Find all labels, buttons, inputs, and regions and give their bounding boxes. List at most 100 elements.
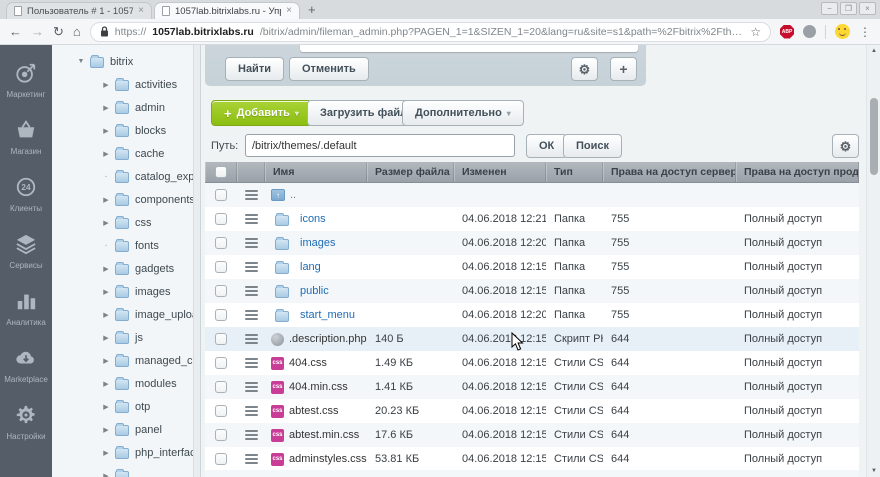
chevron-right-icon[interactable]: ▶ <box>101 127 111 135</box>
page-scrollbar[interactable]: ▲ ▼ <box>866 45 880 477</box>
chevron-right-icon[interactable]: ▶ <box>101 380 111 388</box>
row-menu-icon[interactable] <box>244 358 258 360</box>
row-menu-icon[interactable] <box>244 190 258 192</box>
file-name-link[interactable]: public <box>300 285 329 297</box>
tree-item-image_uploader[interactable]: ▶ image_uploader <box>52 303 200 326</box>
more-button[interactable]: Дополнительно ▾ <box>402 100 524 126</box>
row-menu-icon[interactable] <box>244 214 258 216</box>
add-button[interactable]: + Добавить ▾ <box>211 100 312 126</box>
row-menu-icon[interactable] <box>244 238 258 240</box>
chevron-right-icon[interactable]: ▶ <box>101 334 111 342</box>
file-name-link[interactable]: .. <box>290 189 296 201</box>
find-button[interactable]: Найти <box>225 57 284 81</box>
chevron-right-icon[interactable]: ▶ <box>101 81 111 89</box>
tree-item-components[interactable]: ▶ components <box>52 188 200 211</box>
home-icon[interactable]: ⌂ <box>73 25 81 38</box>
row-menu-icon[interactable] <box>244 430 258 432</box>
file-name-link[interactable]: lang <box>300 261 321 273</box>
tree-item-activities[interactable]: ▶ activities <box>52 73 200 96</box>
browser-menu-icon[interactable]: ⋮ <box>859 25 871 39</box>
chevron-right-icon[interactable]: ▶ <box>101 150 111 158</box>
row-checkbox[interactable] <box>215 381 227 393</box>
row-checkbox[interactable] <box>215 213 227 225</box>
chevron-right-icon[interactable]: ▶ <box>101 311 111 319</box>
file-name-link[interactable]: 404.css <box>289 357 327 369</box>
bookmark-star-icon[interactable]: ☆ <box>750 25 761 39</box>
reload-icon[interactable]: ↻ <box>53 25 64 38</box>
cancel-button[interactable]: Отменить <box>289 57 369 81</box>
sidebar-item-cloud[interactable]: Marketplace <box>0 337 52 394</box>
new-tab-button[interactable]: + <box>308 2 316 17</box>
path-input[interactable] <box>245 134 515 157</box>
row-menu-icon[interactable] <box>244 382 258 384</box>
sidebar-item-clock24[interactable]: 24 Клиенты <box>0 166 52 223</box>
chevron-right-icon[interactable]: ▶ <box>101 449 111 457</box>
chevron-right-icon[interactable]: ▶ <box>101 288 111 296</box>
file-name-link[interactable]: images <box>300 237 335 249</box>
row-menu-icon[interactable] <box>244 406 258 408</box>
scroll-down-icon[interactable]: ▼ <box>867 468 880 474</box>
tree-item-css[interactable]: ▶ css <box>52 211 200 234</box>
chevron-right-icon[interactable]: ▶ <box>101 472 111 477</box>
minimize-button[interactable]: − <box>821 2 838 15</box>
chevron-right-icon[interactable]: ▶ <box>101 265 111 273</box>
file-name-link[interactable]: icons <box>300 213 326 225</box>
chevron-right-icon[interactable]: ▶ <box>101 426 111 434</box>
select-all-checkbox[interactable] <box>214 166 227 178</box>
tree-item-panel[interactable]: ▶ panel <box>52 418 200 441</box>
grid-settings-button[interactable]: ⚙ <box>832 134 859 158</box>
row-checkbox[interactable] <box>215 237 227 249</box>
browser-tab[interactable]: Пользователь # 1 - 1057lab.b × <box>6 2 152 19</box>
sidebar-item-basket[interactable]: Магазин <box>0 109 52 166</box>
filter-settings-button[interactable]: ⚙ <box>571 57 598 81</box>
row-checkbox[interactable] <box>215 333 227 345</box>
row-checkbox[interactable] <box>215 285 227 297</box>
browser-tab[interactable]: 1057lab.bitrixlabs.ru - Управле × <box>154 2 300 19</box>
search-button[interactable]: Поиск <box>563 134 623 158</box>
adblock-extension-icon[interactable]: ABP <box>780 24 794 39</box>
tree-item-partial[interactable]: ▶ <box>52 464 200 477</box>
tree-item-images[interactable]: ▶ images <box>52 280 200 303</box>
row-menu-icon[interactable] <box>244 286 258 288</box>
ok-button[interactable]: ОК <box>526 134 568 158</box>
file-name-link[interactable]: adminstyles.css <box>289 453 367 465</box>
chevron-right-icon[interactable]: ▶ <box>101 357 111 365</box>
row-menu-icon[interactable] <box>244 262 258 264</box>
chevron-right-icon[interactable]: ▶ <box>101 196 111 204</box>
forward-icon[interactable]: → <box>31 25 44 38</box>
chevron-right-icon[interactable]: ▶ <box>101 219 111 227</box>
row-menu-icon[interactable] <box>244 310 258 312</box>
scrollbar-thumb[interactable] <box>870 98 878 175</box>
extension-icon[interactable] <box>803 25 816 38</box>
row-checkbox[interactable] <box>215 189 227 201</box>
file-name-link[interactable]: .description.php <box>289 333 367 345</box>
row-checkbox[interactable] <box>215 357 227 369</box>
tree-item-fonts[interactable]: ▪ fonts <box>52 234 200 257</box>
scroll-up-icon[interactable]: ▲ <box>867 48 880 54</box>
file-name-link[interactable]: abtest.min.css <box>289 429 359 441</box>
address-bar[interactable]: https:// 1057lab.bitrixlabs.ru/bitrix/adm… <box>89 21 771 42</box>
tree-item-managed_cache[interactable]: ▶ managed_cache <box>52 349 200 372</box>
row-checkbox[interactable] <box>215 405 227 417</box>
file-name-link[interactable]: start_menu <box>300 309 355 321</box>
file-name-link[interactable]: 404.min.css <box>289 381 348 393</box>
back-icon[interactable]: ← <box>9 25 22 38</box>
close-button[interactable]: × <box>859 2 876 15</box>
tab-close-icon[interactable]: × <box>286 6 292 16</box>
filter-add-button[interactable]: + <box>610 57 637 81</box>
tree-item-php_interface[interactable]: ▶ php_interface <box>52 441 200 464</box>
chevron-right-icon[interactable]: ▶ <box>101 403 111 411</box>
tree-item-gadgets[interactable]: ▶ gadgets <box>52 257 200 280</box>
filter-input[interactable] <box>300 45 638 52</box>
tree-item-js[interactable]: ▶ js <box>52 326 200 349</box>
chevron-down-icon[interactable]: ▼ <box>76 58 86 65</box>
restore-button[interactable]: ❐ <box>840 2 857 15</box>
sidebar-item-target[interactable]: Маркетинг <box>0 52 52 109</box>
tree-item-modules[interactable]: ▶ modules <box>52 372 200 395</box>
tree-item-otp[interactable]: ▶ otp <box>52 395 200 418</box>
row-menu-icon[interactable] <box>244 334 258 336</box>
sidebar-item-barchart[interactable]: Аналитика <box>0 280 52 337</box>
sidebar-item-layers[interactable]: Сервисы <box>0 223 52 280</box>
tree-item-bitrix[interactable]: ▼ bitrix <box>52 50 200 73</box>
tree-scrollbar[interactable] <box>193 45 200 477</box>
